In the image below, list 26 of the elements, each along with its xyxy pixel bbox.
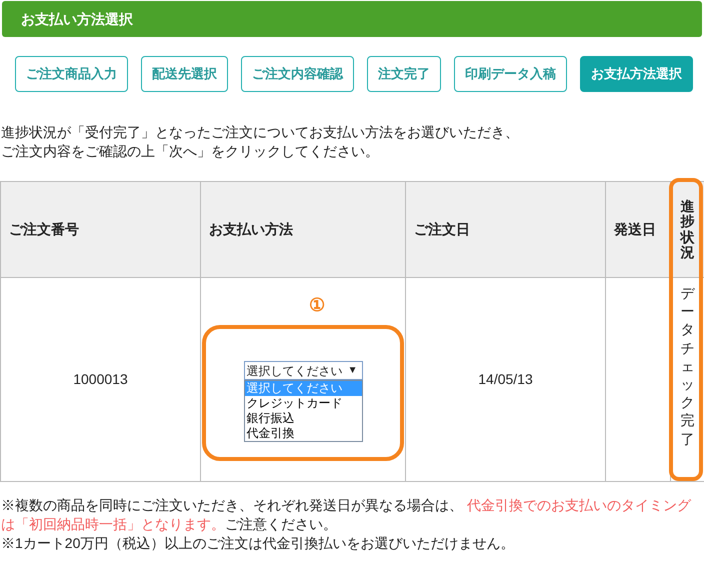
- order-date: 14/05/13: [478, 371, 533, 387]
- step-tab[interactable]: ご注文商品入力: [15, 56, 128, 92]
- column-header: お支払い方法: [209, 221, 293, 237]
- note-text: ※1カート20万円（税込）以上のご注文は代金引換払いをお選びいただけません。: [1, 534, 516, 553]
- step-tab[interactable]: ご注文内容確認: [241, 56, 354, 92]
- dropdown-arrow: ▼: [348, 366, 358, 376]
- note-text: ※複数の商品を同時にご注文いただき、それぞれ発送日が異なる場合は、 代金引換でのお支払いのタイミングは「初回納品時一括」となります。ご注意ください。: [1, 496, 692, 534]
- intro-text: ご注文内容をご確認の上「次へ」をクリックしてください。: [1, 142, 380, 161]
- annotation-number: ①: [309, 294, 325, 316]
- column-header: 進捗状況: [680, 198, 694, 260]
- page-title: お支払い方法選択: [21, 10, 133, 28]
- dropdown-option[interactable]: クレジットカード: [244, 396, 362, 411]
- column-header: 発送日: [614, 221, 656, 237]
- step-tab[interactable]: 配送先選択: [141, 56, 228, 92]
- dropdown-option[interactable]: 選択してください: [244, 381, 362, 396]
- step-tab[interactable]: 注文完了: [367, 56, 441, 92]
- column-header: ご注文日: [414, 221, 470, 237]
- dropdown-option[interactable]: 代金引換: [244, 426, 362, 441]
- column-header: ご注文番号: [9, 221, 79, 237]
- status-text: データチェック完了: [680, 284, 694, 448]
- payment-select[interactable]: 選択してください ▼: [244, 361, 362, 380]
- dropdown-option[interactable]: 銀行振込: [244, 411, 362, 426]
- step-tab[interactable]: お支払方法選択: [580, 56, 693, 92]
- intro-text: 進捗状況が「受付完了」となったご注文についてお支払い方法をお選びいただき、: [1, 123, 520, 142]
- order-number: 1000013: [73, 371, 128, 387]
- step-tab[interactable]: 印刷データ入稿: [454, 56, 567, 92]
